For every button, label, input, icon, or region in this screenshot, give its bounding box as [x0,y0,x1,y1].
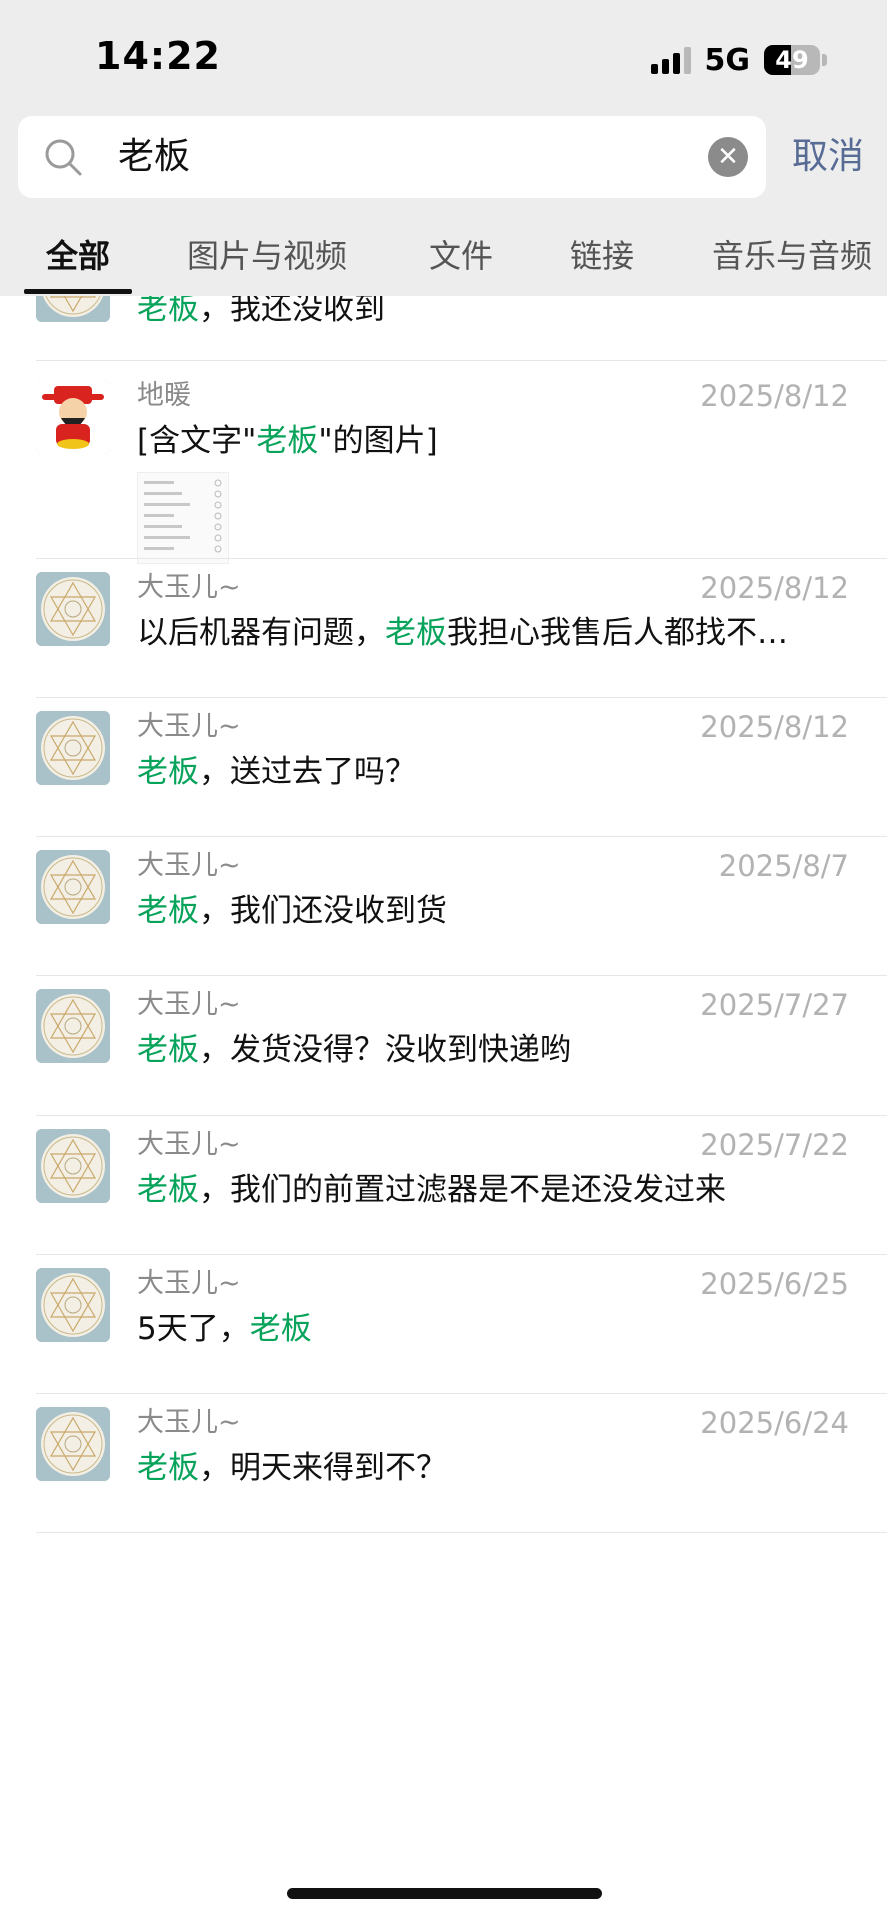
message-fragment: ，我还没收到 [199,291,385,327]
message-fragment: ，我们的前置过滤器是不是还没发过来 [199,1172,726,1208]
message-text: 老板，我们的前置过滤器是不是还没发过来 [137,1167,852,1213]
clear-icon[interactable]: ✕ [708,137,748,177]
message-date: 2025/6/25 [700,1267,849,1301]
battery-tip [822,54,827,66]
battery-level: 49 [775,46,809,74]
message-date: 2025/8/12 [700,710,849,744]
message-date: 2025/6/24 [700,1406,849,1440]
home-indicator [287,1888,602,1899]
sender-name: 大玉儿~ [137,850,241,881]
search-icon [45,139,82,176]
yantra-avatar[interactable] [36,572,110,646]
sender-name: 地暖 [137,380,191,411]
message-text: [含文字"老板"的图片] [137,418,852,464]
search-input[interactable]: 老板 [118,130,190,184]
message-text: 老板，送过去了吗？ [137,749,852,795]
result-row[interactable]: 大玉儿~ 2025/7/22 老板，我们的前置过滤器是不是还没发过来 [0,1103,887,1256]
keyword-highlight: 老板 [137,1032,199,1068]
keyword-highlight: 老板 [137,893,199,929]
result-row[interactable]: 大玉儿~ 2025/6/24 老板，明天来得到不？ [0,1381,887,1534]
keyword-highlight: 老板 [137,754,199,790]
search-box[interactable]: 老板 ✕ [18,116,766,198]
message-fragment: 我担心我售后人都找不… [447,615,788,651]
message-text: 5天了，老板 [137,1306,852,1352]
result-row[interactable]: 地暖 2025/8/12 [含文字"老板"的图片] [0,354,887,564]
sender-name: 大玉儿~ [137,1407,241,1438]
message-text: 老板，我们还没收到货 [137,888,852,934]
filter-tabs: 全部 图片与视频 文件 链接 音乐与音频 [0,228,887,296]
keyword-highlight: 老板 [385,615,447,651]
result-row[interactable]: 大玉儿~ 2025/7/27 老板，发货没得？没收到快递哟 [0,963,887,1117]
yantra-avatar[interactable] [36,1407,110,1481]
tab-music-audio[interactable]: 音乐与音频 [712,228,872,296]
row-divider [36,1532,887,1533]
message-date: 2025/7/22 [700,1128,849,1162]
message-fragment: ，发货没得？没收到快递哟 [199,1032,571,1068]
yantra-avatar[interactable] [36,711,110,785]
message-date: 2025/8/12 [700,571,849,605]
tab-files[interactable]: 文件 [429,228,493,296]
yantra-avatar[interactable] [36,989,110,1063]
signal-icon [650,46,691,74]
result-row[interactable]: 大玉儿~ 2025/6/25 5天了，老板 [0,1242,887,1395]
message-fragment: [含文字" [137,423,257,459]
active-tab-indicator [24,289,132,294]
yantra-avatar[interactable] [36,850,110,924]
yantra-avatar[interactable] [36,1129,110,1203]
result-row[interactable]: 大玉儿~ 2025/8/12 老板，送过去了吗？ [0,685,887,838]
message-date: 2025/7/27 [700,988,849,1022]
message-fragment: ，明天来得到不？ [199,1450,447,1486]
message-fragment: ，我们还没收到货 [199,893,447,929]
message-text: 老板，明天来得到不？ [137,1445,852,1491]
tab-all[interactable]: 全部 [46,228,110,296]
message-text: 老板，发货没得？没收到快递哟 [137,1027,852,1073]
god-of-wealth-avatar[interactable] [36,380,110,454]
tab-images-videos[interactable]: 图片与视频 [187,228,347,296]
keyword-highlight: 老板 [137,1172,199,1208]
keyword-highlight: 老板 [137,1450,199,1486]
message-fragment: ，送过去了吗？ [199,754,416,790]
message-text: 以后机器有问题，老板我担心我售后人都找不… [137,610,852,656]
sender-name: 大玉儿~ [137,989,241,1020]
message-fragment: 5天了， [137,1311,250,1347]
result-row[interactable]: 大玉儿~ 2025/8/7 老板，我们还没收到货 [0,824,887,977]
search-header: 14:22 5G 49 老板 ✕ 取消 全部 图片与视频 文件 链接 音乐与音频 [0,0,887,296]
message-fragment: "的图片] [318,423,438,459]
message-date: 2025/8/7 [718,849,849,883]
message-fragment: 以后机器有问题， [137,615,385,651]
sender-name: 大玉儿~ [137,711,241,742]
network-type: 5G [704,42,751,78]
keyword-highlight: 老板 [137,291,199,327]
tab-links[interactable]: 链接 [570,228,634,296]
sender-name: 大玉儿~ [137,572,241,603]
message-date: 2025/8/12 [700,379,849,413]
result-row[interactable]: 大玉儿~ 2025/8/12 以后机器有问题，老板我担心我售后人都找不… [0,546,887,699]
status-indicators: 5G 49 [650,40,827,80]
keyword-highlight: 老板 [249,1311,312,1347]
search-results-page: 大玉儿~2025/8/18老板，我还没收到地暖2025/8/12[含文字"老板"… [0,0,887,1920]
sender-name: 大玉儿~ [137,1268,241,1299]
keyword-highlight: 老板 [256,423,319,459]
battery-icon: 49 [764,45,820,75]
yantra-avatar[interactable] [36,1268,110,1342]
status-time: 14:22 [95,34,221,78]
cancel-button[interactable]: 取消 [792,130,864,184]
sender-name: 大玉儿~ [137,1129,241,1160]
